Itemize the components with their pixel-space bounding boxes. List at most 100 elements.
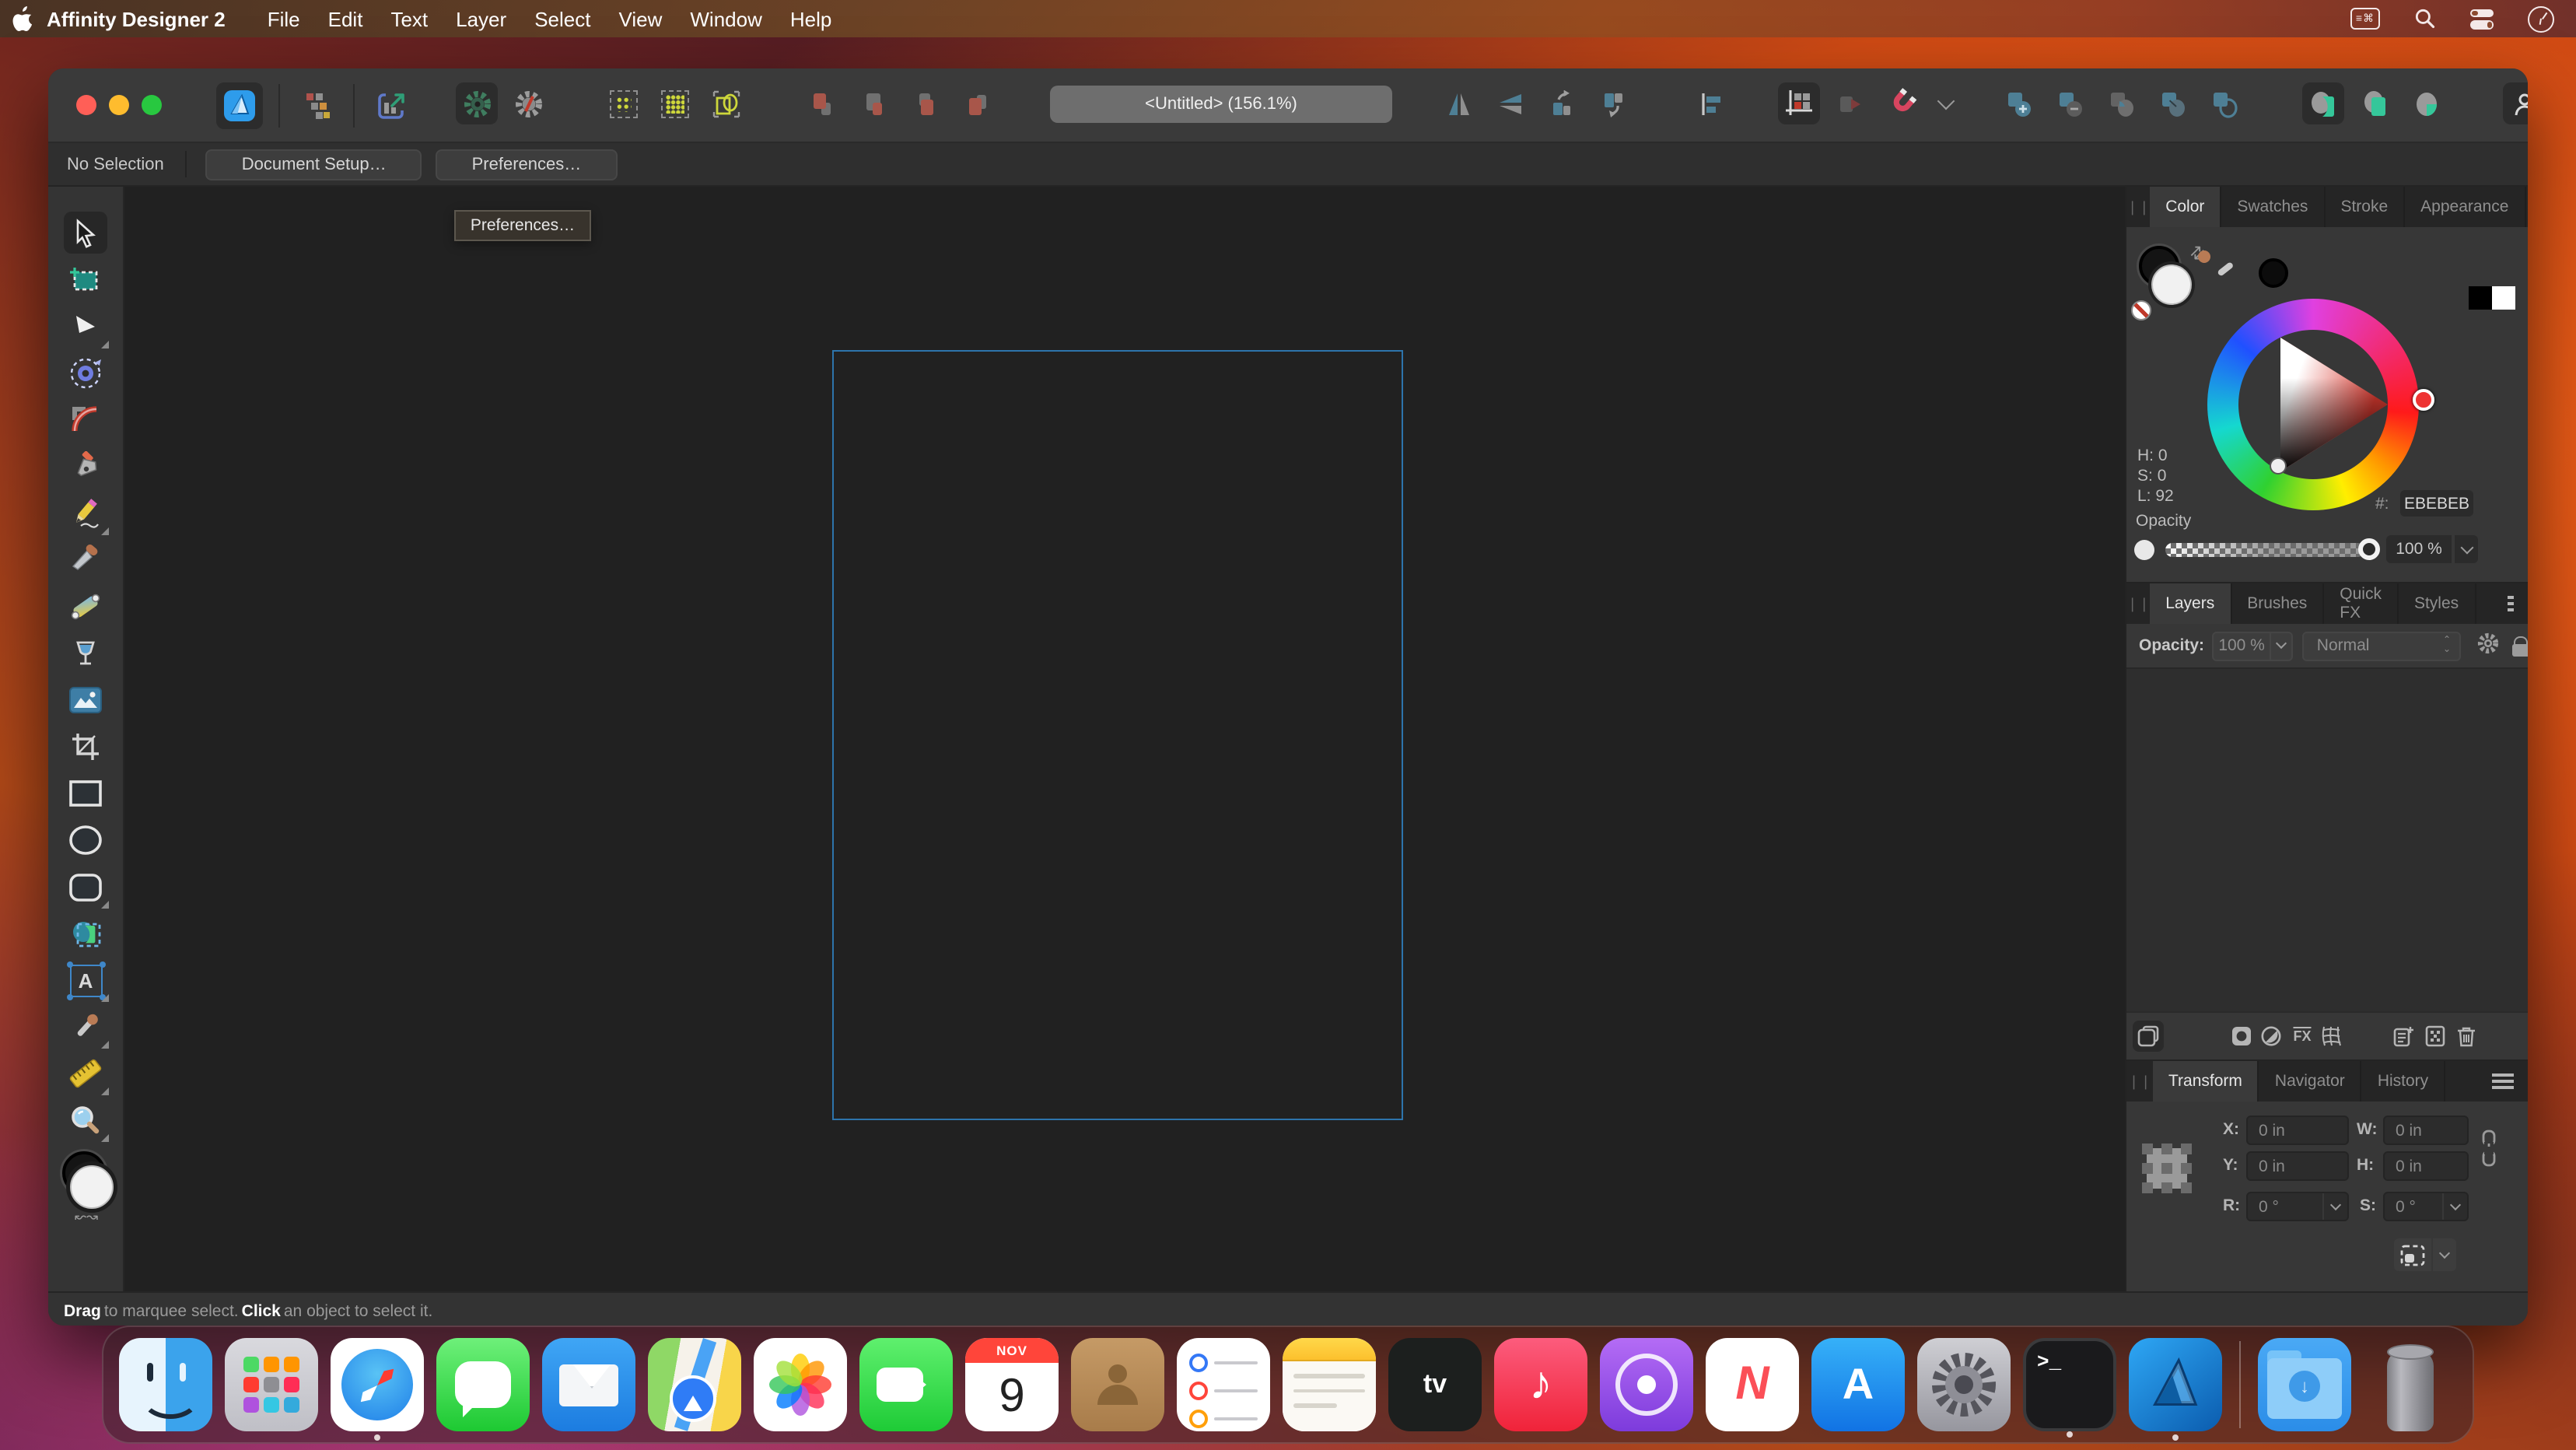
point-transform-tool[interactable] bbox=[65, 353, 106, 394]
dock-item-maps[interactable] bbox=[648, 1338, 741, 1431]
w-input[interactable]: 0 in bbox=[2383, 1116, 2469, 1145]
snapping-dropdown[interactable] bbox=[1932, 82, 1960, 124]
dock-item-downloads[interactable]: ↓ bbox=[2258, 1338, 2351, 1431]
black-swatch[interactable] bbox=[2469, 286, 2492, 310]
dock-item-terminal[interactable]: >_ bbox=[2023, 1338, 2116, 1431]
tab-color[interactable]: Color bbox=[2150, 187, 2221, 227]
ellipse-tool[interactable] bbox=[65, 820, 106, 860]
order-to-back-icon[interactable] bbox=[955, 82, 997, 124]
search-icon[interactable] bbox=[2414, 8, 2436, 30]
rectangle-tool[interactable] bbox=[65, 773, 106, 814]
tab-navigator[interactable]: Navigator bbox=[2259, 1061, 2362, 1102]
tab-quick-fx[interactable]: Quick FX bbox=[2324, 583, 2399, 624]
panel-drag-handle[interactable]: ❘❘ bbox=[2126, 1061, 2153, 1102]
panel-menu-icon[interactable] bbox=[2492, 1080, 2514, 1083]
tab-layers[interactable]: Layers bbox=[2150, 583, 2231, 624]
white-swatch[interactable] bbox=[2492, 286, 2515, 310]
zoom-window-button[interactable] bbox=[142, 95, 162, 115]
alignment-icon[interactable] bbox=[1689, 82, 1731, 124]
mask-layer-icon[interactable] bbox=[2226, 1021, 2257, 1052]
clock-icon[interactable] bbox=[2528, 5, 2576, 32]
tab-styles[interactable]: Styles bbox=[2399, 583, 2476, 624]
dock-item-notes[interactable] bbox=[1283, 1338, 1376, 1431]
tab-swatches[interactable]: Swatches bbox=[2221, 187, 2325, 227]
anchor-point-selector[interactable] bbox=[2139, 1140, 2195, 1196]
hue-handle[interactable] bbox=[2413, 389, 2434, 411]
lock-icon[interactable] bbox=[2511, 636, 2528, 656]
fill-stroke-wells[interactable]: ↜↝ bbox=[59, 1151, 115, 1220]
tab-appearance[interactable]: Appearance bbox=[2405, 187, 2525, 227]
designer-persona-button[interactable] bbox=[216, 82, 263, 129]
swap-colors-icon[interactable]: ↜↝ bbox=[75, 1209, 98, 1226]
apple-menu[interactable] bbox=[0, 6, 47, 31]
dock-item-affinity-designer-2[interactable] bbox=[2129, 1338, 2222, 1431]
no-color-swatch[interactable] bbox=[2131, 300, 2151, 320]
menu-help[interactable]: Help bbox=[790, 7, 832, 30]
dock-item-music[interactable]: ♪ bbox=[1494, 1338, 1587, 1431]
dock-item-trash[interactable] bbox=[2364, 1338, 2457, 1431]
pixel-persona-button[interactable] bbox=[296, 85, 338, 127]
opacity-slider[interactable] bbox=[2165, 543, 2364, 557]
geometry-3-icon[interactable] bbox=[2405, 82, 2447, 124]
rotation-input[interactable]: 0 ° bbox=[2246, 1192, 2349, 1221]
minimize-button[interactable] bbox=[109, 95, 129, 115]
blend-mode-select[interactable]: Normal ⌃⌄ bbox=[2303, 631, 2460, 660]
dock-item-launchpad[interactable] bbox=[225, 1338, 318, 1431]
document-page[interactable] bbox=[832, 350, 1403, 1120]
tab-history[interactable]: History bbox=[2362, 1061, 2445, 1102]
layers-list[interactable] bbox=[2126, 667, 2528, 1011]
shear-input[interactable]: 0 ° bbox=[2383, 1192, 2469, 1221]
vector-crop-tool[interactable] bbox=[65, 727, 106, 767]
dock-item-finder[interactable] bbox=[119, 1338, 212, 1431]
insertion-target-icon[interactable] bbox=[1829, 82, 1871, 124]
rotate-cw-icon[interactable] bbox=[1591, 82, 1633, 124]
close-button[interactable] bbox=[76, 95, 96, 115]
x-input[interactable]: 0 in bbox=[2246, 1116, 2349, 1145]
dock-item-mail[interactable] bbox=[542, 1338, 635, 1431]
layer-effects-icon[interactable]: FX bbox=[2287, 1021, 2318, 1052]
menu-layer[interactable]: Layer bbox=[456, 7, 506, 30]
document-title[interactable]: <Untitled> (156.1%) bbox=[1050, 86, 1392, 123]
menu-select[interactable]: Select bbox=[534, 7, 590, 30]
pencil-tool[interactable] bbox=[65, 493, 106, 534]
grid-options-icon[interactable] bbox=[1778, 82, 1820, 124]
delete-layer-icon[interactable] bbox=[2450, 1021, 2481, 1052]
dock-item-photos[interactable] bbox=[754, 1338, 847, 1431]
opacity-dropdown[interactable] bbox=[2453, 535, 2478, 563]
opacity-value[interactable]: 100 % bbox=[2386, 535, 2452, 563]
panel-drag-handle[interactable]: ❘❘ bbox=[2126, 583, 2150, 624]
fill-swatch[interactable] bbox=[2151, 264, 2192, 305]
keyboard-input-icon[interactable]: ≡⌘ bbox=[2350, 8, 2380, 30]
blend-options-gear-icon[interactable] bbox=[2476, 632, 2499, 660]
menu-file[interactable]: File bbox=[268, 7, 300, 30]
snap-shapes-icon[interactable] bbox=[705, 82, 747, 124]
transform-origin-dropdown[interactable] bbox=[2433, 1238, 2456, 1271]
control-center-icon[interactable] bbox=[2470, 9, 2494, 29]
mesh-warp-icon[interactable] bbox=[2315, 1021, 2346, 1052]
flip-horizontal-icon[interactable] bbox=[1437, 82, 1479, 124]
dock-item-contacts[interactable] bbox=[1071, 1338, 1164, 1431]
add-layer-icon[interactable] bbox=[2388, 1021, 2419, 1052]
snap-grid-icon[interactable] bbox=[602, 82, 644, 124]
dock-item-safari[interactable] bbox=[331, 1338, 424, 1431]
fill-color-well[interactable] bbox=[70, 1165, 114, 1209]
snap-grid-fine-icon[interactable] bbox=[653, 82, 695, 124]
boolean-add-icon[interactable] bbox=[1997, 82, 2039, 124]
zoom-tool[interactable] bbox=[65, 1100, 106, 1140]
panel-menu-icon[interactable] bbox=[2507, 602, 2514, 605]
menu-window[interactable]: Window bbox=[690, 7, 762, 30]
account-icon[interactable] bbox=[2503, 82, 2528, 124]
adjustment-layer-icon[interactable] bbox=[2256, 1021, 2287, 1052]
document-setup-button[interactable]: Document Setup… bbox=[206, 149, 422, 180]
link-dimensions-icon[interactable] bbox=[2481, 1130, 2497, 1175]
saturation-lightness-handle[interactable] bbox=[2270, 457, 2287, 475]
add-pixel-layer-icon[interactable] bbox=[2419, 1021, 2450, 1052]
menu-edit[interactable]: Edit bbox=[328, 7, 363, 30]
dock-item-system-settings[interactable] bbox=[1917, 1338, 2011, 1431]
canvas[interactable]: Preferences… bbox=[124, 187, 2125, 1291]
duplicate-layers-icon[interactable] bbox=[2133, 1021, 2164, 1052]
hex-input[interactable]: EBEBEB bbox=[2400, 490, 2473, 517]
dock-item-podcasts[interactable] bbox=[1600, 1338, 1693, 1431]
boolean-divide-icon[interactable] bbox=[2151, 82, 2193, 124]
menu-text[interactable]: Text bbox=[390, 7, 428, 30]
